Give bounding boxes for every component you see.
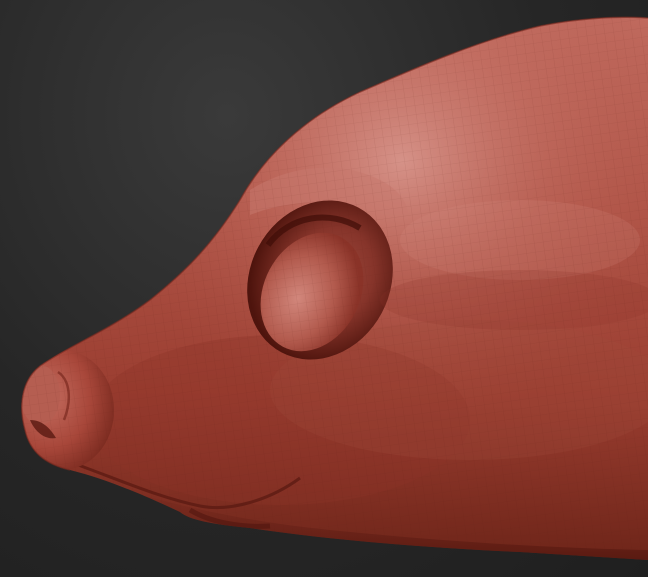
sculpted-head-model[interactable] <box>0 0 648 577</box>
sculpt-viewport[interactable] <box>0 0 648 577</box>
